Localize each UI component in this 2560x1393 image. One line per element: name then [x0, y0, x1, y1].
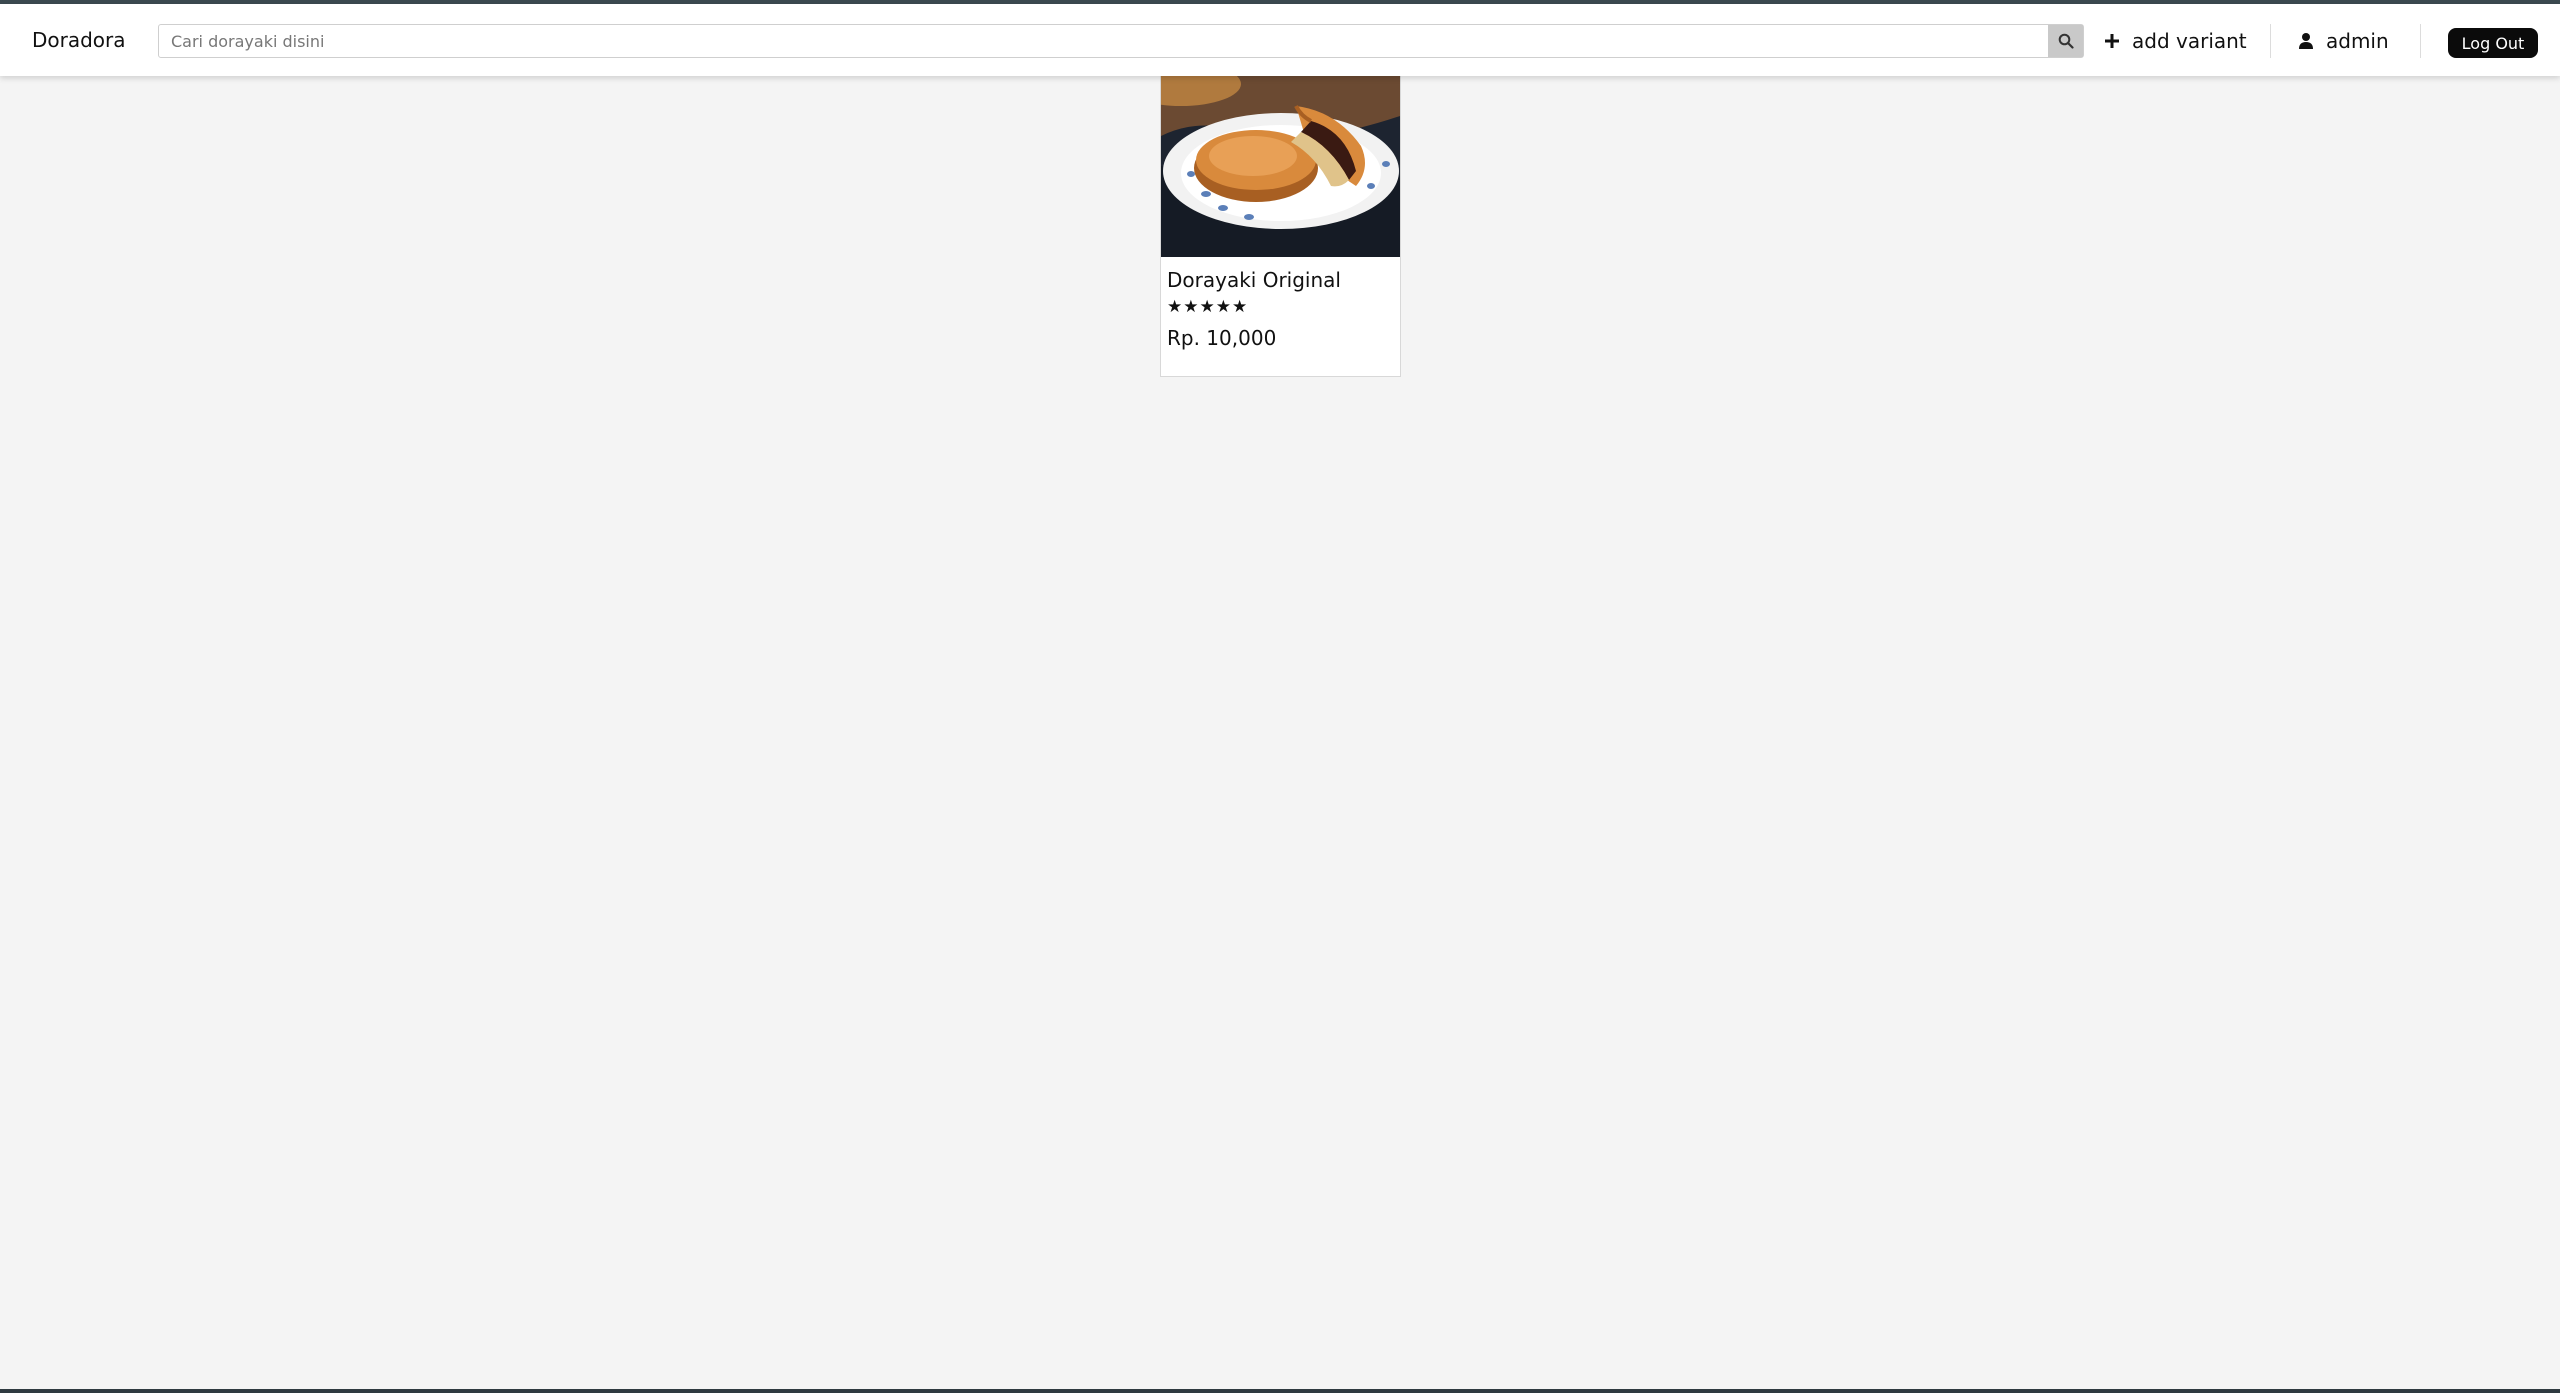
user-icon — [2298, 32, 2314, 50]
product-card[interactable]: Dorayaki Original ★★★★★ Rp. 10,000 — [1160, 76, 1401, 377]
product-rating: ★★★★★ — [1167, 297, 1249, 317]
add-variant-link[interactable]: add variant — [2104, 26, 2247, 56]
product-name: Dorayaki Original — [1167, 268, 1341, 292]
search-icon — [2058, 33, 2074, 49]
nav-divider — [2270, 24, 2271, 58]
nav-divider — [2420, 24, 2421, 58]
product-price: Rp. 10,000 — [1167, 326, 1277, 350]
add-variant-label: add variant — [2132, 29, 2247, 53]
user-label: admin — [2326, 29, 2389, 53]
search-bar — [158, 24, 2084, 58]
plus-icon — [2104, 33, 2120, 49]
user-menu[interactable]: admin — [2298, 26, 2389, 56]
logout-button[interactable]: Log Out — [2448, 28, 2538, 58]
search-input[interactable] — [159, 25, 2049, 57]
search-button[interactable] — [2048, 25, 2083, 57]
bottom-bar — [0, 1389, 2560, 1393]
product-image — [1161, 76, 1400, 257]
navbar: Doradora add variant admin Lo — [0, 4, 2560, 76]
brand-logo[interactable]: Doradora — [32, 28, 126, 52]
